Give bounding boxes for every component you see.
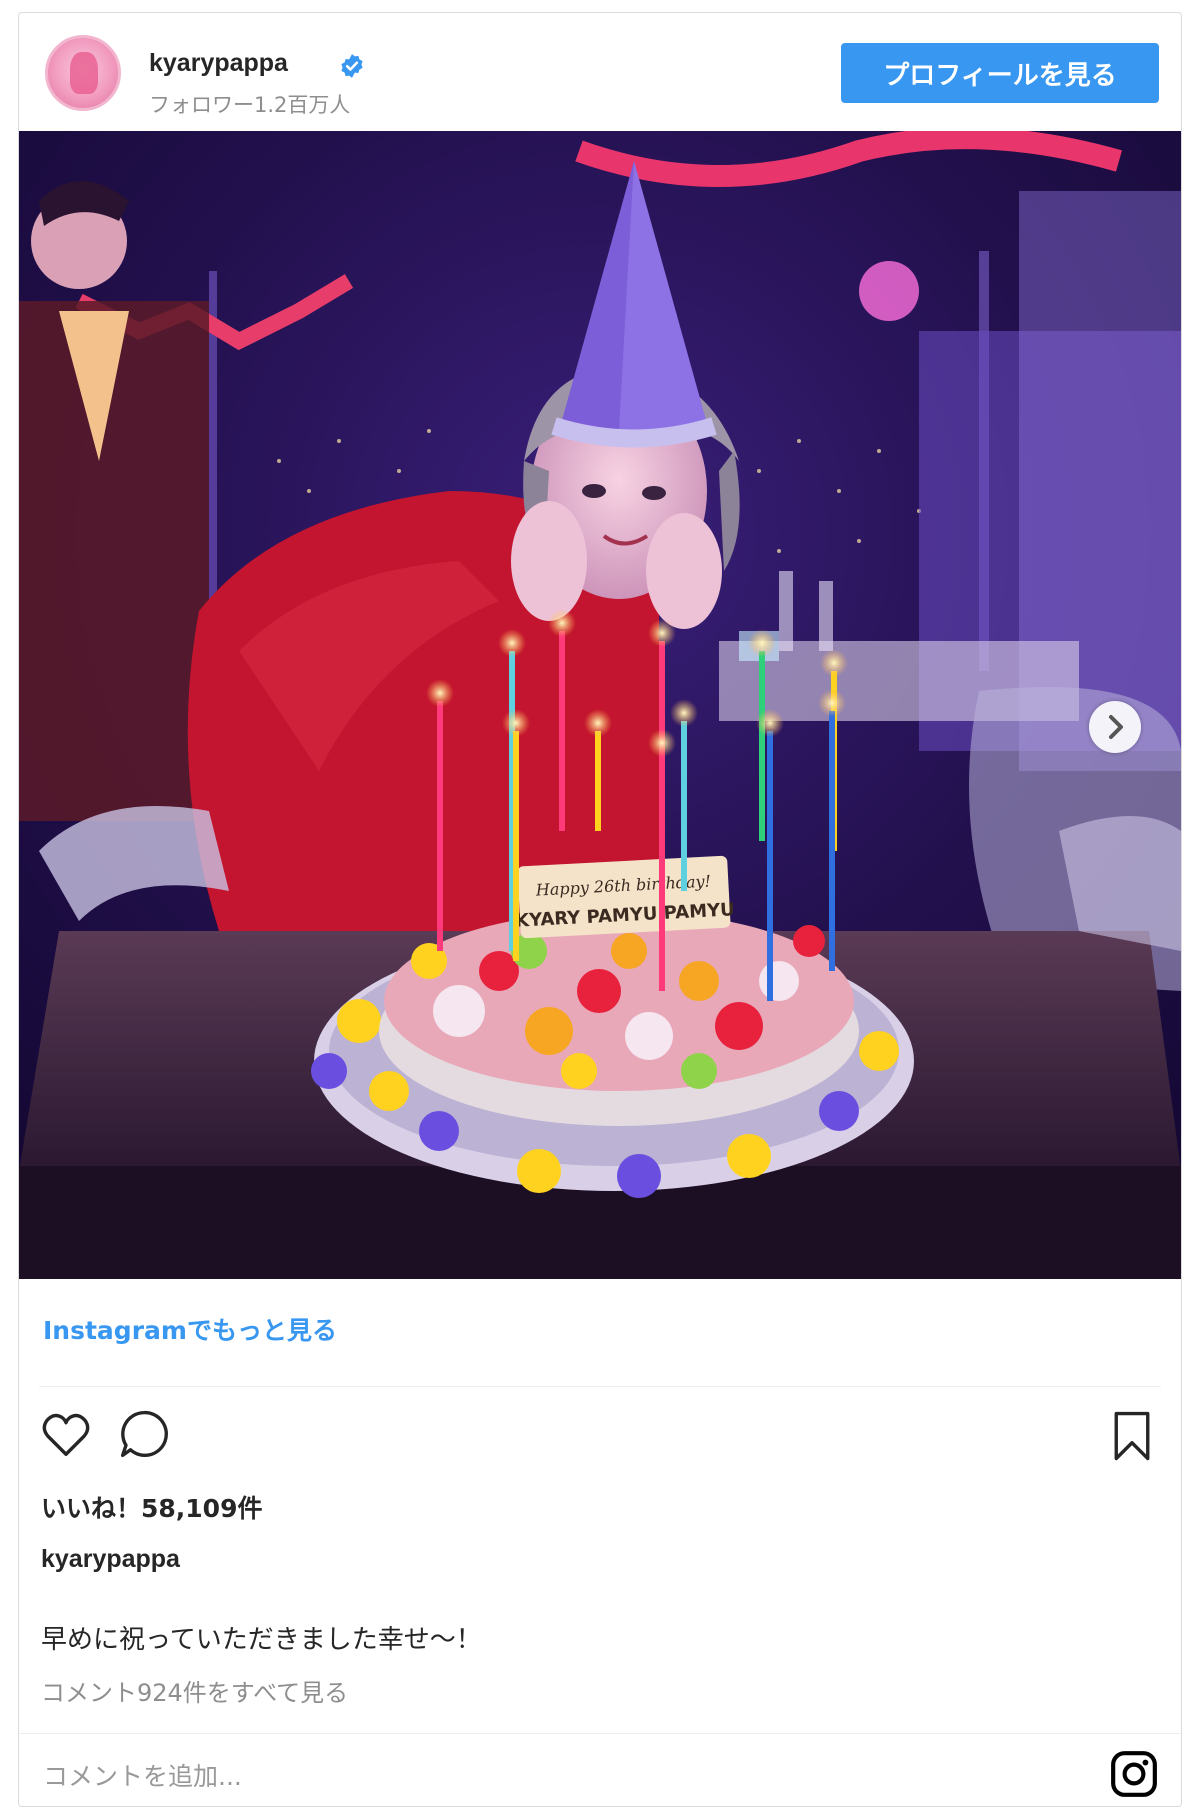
verified-badge-icon [341, 54, 363, 78]
view-all-comments-link[interactable]: コメント924件をすべて見る [41, 1673, 348, 1708]
view-profile-button[interactable]: プロフィールを見る [841, 43, 1159, 103]
divider [39, 1386, 1161, 1387]
caption-text: 早めに祝っていただきました幸せ〜！ [41, 1625, 482, 1655]
avatar-figure [70, 52, 98, 94]
chevron-right-icon [1109, 715, 1123, 739]
bookmark-icon[interactable] [1109, 1409, 1155, 1463]
next-photo-button[interactable] [1089, 701, 1141, 753]
post-header: kyarypappa フォロワー1.2百万人 プロフィールを見る [19, 13, 1181, 131]
view-more-on-instagram-link[interactable]: Instagramでもっと見る [43, 1311, 337, 1347]
instagram-embed-card: kyarypappa フォロワー1.2百万人 プロフィールを見る Happy 2… [18, 12, 1182, 1807]
heart-icon[interactable] [39, 1407, 93, 1461]
follower-count: フォロワー1.2百万人 [149, 93, 351, 117]
divider [19, 1733, 1181, 1734]
comment-icon[interactable] [117, 1407, 171, 1461]
post-photo[interactable]: Happy 26th birthday! KYARY PAMYU PAMYU [19, 131, 1181, 1279]
caption-username[interactable]: kyarypappa [41, 1545, 180, 1574]
username[interactable]: kyarypappa [149, 49, 288, 78]
instagram-logo-icon[interactable] [1109, 1749, 1159, 1799]
like-count[interactable]: いいね！58,109件 [41, 1489, 262, 1525]
birthday-photo-illustration: Happy 26th birthday! KYARY PAMYU PAMYU [19, 131, 1181, 1279]
post-actions [19, 1399, 1181, 1469]
add-comment-input[interactable] [41, 1757, 945, 1795]
avatar[interactable] [45, 35, 121, 111]
